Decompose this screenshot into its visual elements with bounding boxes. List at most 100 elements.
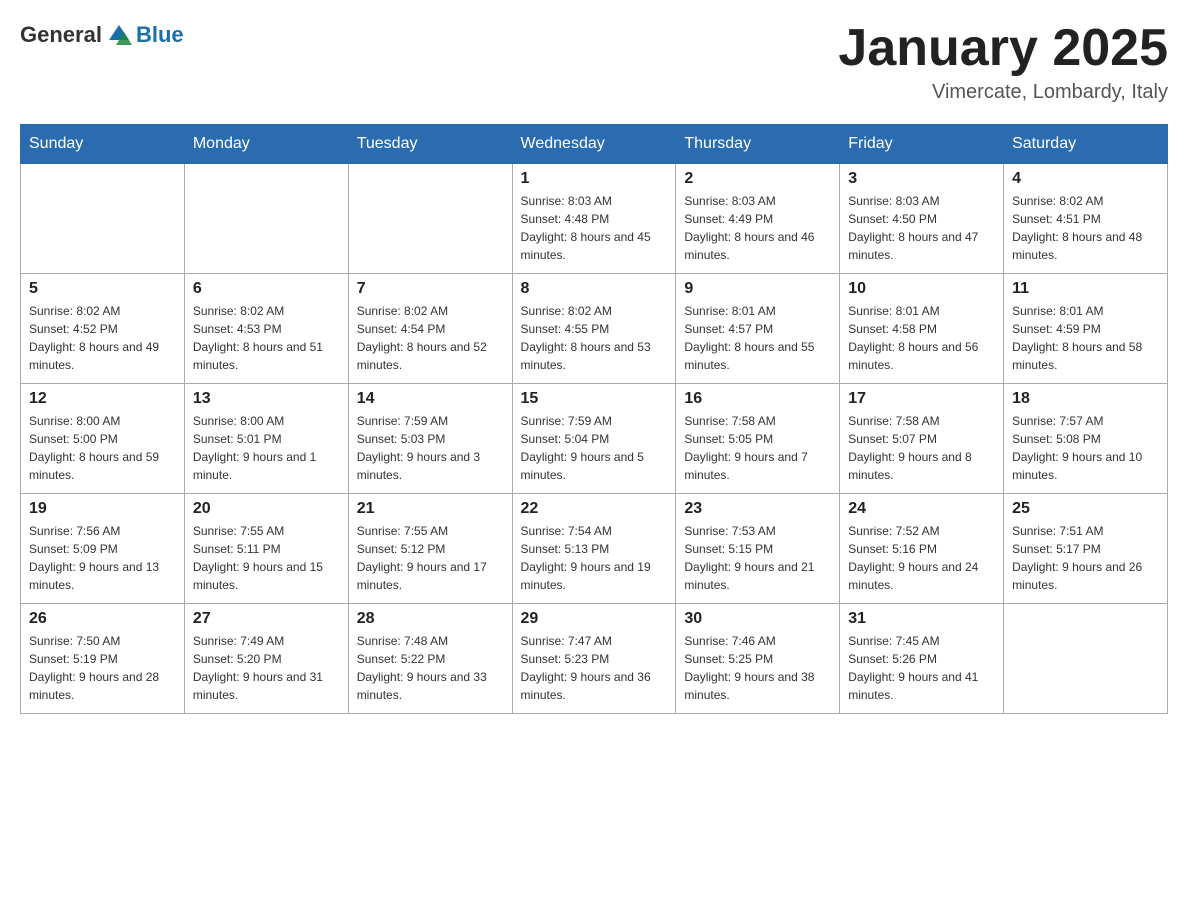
day-cell-17: 17 Sunrise: 7:58 AMSunset: 5:07 PMDayligh… xyxy=(840,384,1004,494)
day-number: 7 xyxy=(357,280,504,298)
day-number: 23 xyxy=(684,500,831,518)
day-info: Sunrise: 7:55 AMSunset: 5:12 PMDaylight:… xyxy=(357,522,504,594)
day-cell-3: 3 Sunrise: 8:03 AMSunset: 4:50 PMDaylight… xyxy=(840,164,1004,274)
day-number: 6 xyxy=(193,280,340,298)
day-info: Sunrise: 7:59 AMSunset: 5:03 PMDaylight:… xyxy=(357,412,504,484)
day-info: Sunrise: 7:56 AMSunset: 5:09 PMDaylight:… xyxy=(29,522,176,594)
day-cell-20: 20 Sunrise: 7:55 AMSunset: 5:11 PMDayligh… xyxy=(184,494,348,604)
day-info: Sunrise: 7:49 AMSunset: 5:20 PMDaylight:… xyxy=(193,632,340,704)
day-cell-31: 31 Sunrise: 7:45 AMSunset: 5:26 PMDayligh… xyxy=(840,604,1004,714)
day-info: Sunrise: 8:01 AMSunset: 4:58 PMDaylight:… xyxy=(848,302,995,374)
week-row-2: 5 Sunrise: 8:02 AMSunset: 4:52 PMDaylight… xyxy=(21,274,1168,384)
day-cell-15: 15Sunrise: 7:59 AMSunset: 5:04 PMDayligh… xyxy=(512,384,676,494)
week-row-4: 19 Sunrise: 7:56 AMSunset: 5:09 PMDayligh… xyxy=(21,494,1168,604)
day-cell-8: 8 Sunrise: 8:02 AMSunset: 4:55 PMDaylight… xyxy=(512,274,676,384)
day-cell-29: 29Sunrise: 7:47 AMSunset: 5:23 PMDayligh… xyxy=(512,604,676,714)
day-cell-22: 22 Sunrise: 7:54 AMSunset: 5:13 PMDayligh… xyxy=(512,494,676,604)
day-info: Sunrise: 7:51 AMSunset: 5:17 PMDaylight:… xyxy=(1012,522,1159,594)
logo-general-text: General xyxy=(20,22,102,48)
day-info: Sunrise: 7:53 AMSunset: 5:15 PMDaylight:… xyxy=(684,522,831,594)
day-info: Sunrise: 8:01 AMSunset: 4:57 PMDaylight:… xyxy=(684,302,831,374)
empty-cell xyxy=(348,164,512,274)
title-block: January 2025 Vimercate, Lombardy, Italy xyxy=(838,20,1168,104)
day-cell-13: 13 Sunrise: 8:00 AMSunset: 5:01 PMDayligh… xyxy=(184,384,348,494)
day-number: 9 xyxy=(684,280,831,298)
day-number: 30 xyxy=(684,610,831,628)
logo-icon xyxy=(104,20,134,50)
day-info: Sunrise: 7:52 AMSunset: 5:16 PMDaylight:… xyxy=(848,522,995,594)
calendar-body: 1Sunrise: 8:03 AMSunset: 4:48 PMDaylight… xyxy=(21,164,1168,714)
logo-blue-text: Blue xyxy=(136,22,184,48)
day-cell-19: 19 Sunrise: 7:56 AMSunset: 5:09 PMDayligh… xyxy=(21,494,185,604)
day-info: Sunrise: 8:02 AMSunset: 4:53 PMDaylight:… xyxy=(193,302,340,374)
day-info: Sunrise: 8:02 AMSunset: 4:52 PMDaylight:… xyxy=(29,302,176,374)
empty-cell xyxy=(1004,604,1168,714)
day-number: 21 xyxy=(357,500,504,518)
day-cell-28: 28 Sunrise: 7:48 AMSunset: 5:22 PMDayligh… xyxy=(348,604,512,714)
day-info: Sunrise: 7:58 AMSunset: 5:07 PMDaylight:… xyxy=(848,412,995,484)
day-info: Sunrise: 7:58 AMSunset: 5:05 PMDaylight:… xyxy=(684,412,831,484)
day-cell-9: 9 Sunrise: 8:01 AMSunset: 4:57 PMDaylight… xyxy=(676,274,840,384)
day-number: 28 xyxy=(357,610,504,628)
day-info: Sunrise: 8:00 AMSunset: 5:01 PMDaylight:… xyxy=(193,412,340,484)
day-cell-24: 24 Sunrise: 7:52 AMSunset: 5:16 PMDayligh… xyxy=(840,494,1004,604)
day-cell-1: 1Sunrise: 8:03 AMSunset: 4:48 PMDaylight… xyxy=(512,164,676,274)
day-info: Sunrise: 7:48 AMSunset: 5:22 PMDaylight:… xyxy=(357,632,504,704)
day-cell-27: 27 Sunrise: 7:49 AMSunset: 5:20 PMDayligh… xyxy=(184,604,348,714)
day-cell-16: 16 Sunrise: 7:58 AMSunset: 5:05 PMDayligh… xyxy=(676,384,840,494)
day-info: Sunrise: 7:55 AMSunset: 5:11 PMDaylight:… xyxy=(193,522,340,594)
weekday-header-wednesday: Wednesday xyxy=(512,125,676,164)
week-row-5: 26 Sunrise: 7:50 AMSunset: 5:19 PMDayligh… xyxy=(21,604,1168,714)
empty-cell xyxy=(21,164,185,274)
day-number: 11 xyxy=(1012,280,1159,298)
day-info: Sunrise: 8:02 AMSunset: 4:55 PMDaylight:… xyxy=(521,302,668,374)
day-cell-23: 23 Sunrise: 7:53 AMSunset: 5:15 PMDayligh… xyxy=(676,494,840,604)
day-number: 27 xyxy=(193,610,340,628)
day-number: 5 xyxy=(29,280,176,298)
day-info: Sunrise: 7:50 AMSunset: 5:19 PMDaylight:… xyxy=(29,632,176,704)
day-number: 10 xyxy=(848,280,995,298)
weekday-header-sunday: Sunday xyxy=(21,125,185,164)
weekday-header-friday: Friday xyxy=(840,125,1004,164)
day-number: 1 xyxy=(521,170,668,188)
day-info: Sunrise: 8:01 AMSunset: 4:59 PMDaylight:… xyxy=(1012,302,1159,374)
day-number: 18 xyxy=(1012,390,1159,408)
day-info: Sunrise: 7:45 AMSunset: 5:26 PMDaylight:… xyxy=(848,632,995,704)
day-cell-11: 11 Sunrise: 8:01 AMSunset: 4:59 PMDayligh… xyxy=(1004,274,1168,384)
day-info: Sunrise: 8:02 AMSunset: 4:51 PMDaylight:… xyxy=(1012,192,1159,264)
day-info: Sunrise: 7:57 AMSunset: 5:08 PMDaylight:… xyxy=(1012,412,1159,484)
day-info: Sunrise: 8:00 AMSunset: 5:00 PMDaylight:… xyxy=(29,412,176,484)
day-cell-6: 6 Sunrise: 8:02 AMSunset: 4:53 PMDaylight… xyxy=(184,274,348,384)
logo: General Blue xyxy=(20,20,184,50)
day-info: Sunrise: 8:02 AMSunset: 4:54 PMDaylight:… xyxy=(357,302,504,374)
day-number: 16 xyxy=(684,390,831,408)
weekday-header-monday: Monday xyxy=(184,125,348,164)
day-cell-30: 30 Sunrise: 7:46 AMSunset: 5:25 PMDayligh… xyxy=(676,604,840,714)
day-number: 8 xyxy=(521,280,668,298)
week-row-3: 12 Sunrise: 8:00 AMSunset: 5:00 PMDayligh… xyxy=(21,384,1168,494)
day-cell-4: 4Sunrise: 8:02 AMSunset: 4:51 PMDaylight… xyxy=(1004,164,1168,274)
page-header: General Blue January 2025 Vimercate, Lom… xyxy=(20,20,1168,104)
day-number: 22 xyxy=(521,500,668,518)
day-number: 31 xyxy=(848,610,995,628)
day-info: Sunrise: 7:47 AMSunset: 5:23 PMDaylight:… xyxy=(521,632,668,704)
day-number: 17 xyxy=(848,390,995,408)
weekday-header-saturday: Saturday xyxy=(1004,125,1168,164)
day-info: Sunrise: 8:03 AMSunset: 4:49 PMDaylight:… xyxy=(684,192,831,264)
month-title: January 2025 xyxy=(838,20,1168,77)
day-number: 24 xyxy=(848,500,995,518)
day-cell-14: 14Sunrise: 7:59 AMSunset: 5:03 PMDayligh… xyxy=(348,384,512,494)
calendar-header-row: SundayMondayTuesdayWednesdayThursdayFrid… xyxy=(21,125,1168,164)
day-info: Sunrise: 7:46 AMSunset: 5:25 PMDaylight:… xyxy=(684,632,831,704)
day-number: 3 xyxy=(848,170,995,188)
day-cell-12: 12 Sunrise: 8:00 AMSunset: 5:00 PMDayligh… xyxy=(21,384,185,494)
day-number: 12 xyxy=(29,390,176,408)
day-number: 26 xyxy=(29,610,176,628)
day-number: 2 xyxy=(684,170,831,188)
day-number: 13 xyxy=(193,390,340,408)
day-number: 20 xyxy=(193,500,340,518)
week-row-1: 1Sunrise: 8:03 AMSunset: 4:48 PMDaylight… xyxy=(21,164,1168,274)
day-info: Sunrise: 7:54 AMSunset: 5:13 PMDaylight:… xyxy=(521,522,668,594)
day-number: 19 xyxy=(29,500,176,518)
day-info: Sunrise: 8:03 AMSunset: 4:50 PMDaylight:… xyxy=(848,192,995,264)
